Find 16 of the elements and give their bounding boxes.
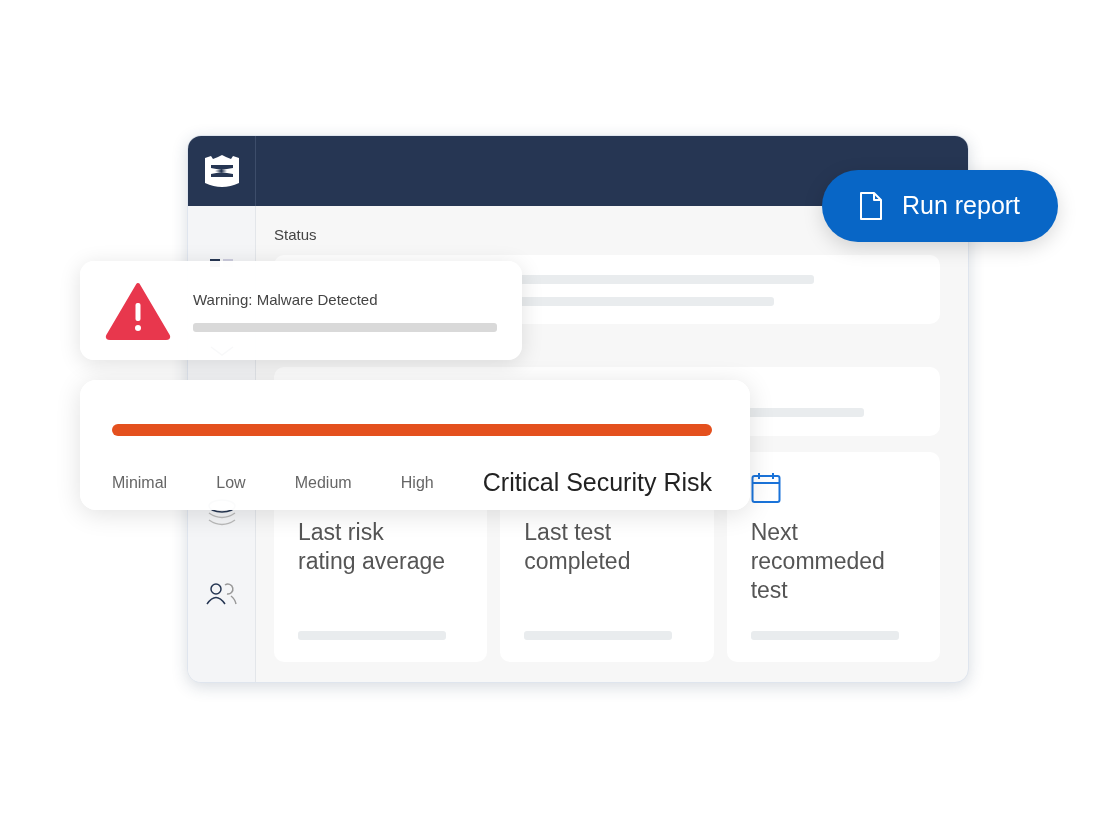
users-icon[interactable] [204,582,239,606]
warning-icon [105,281,171,340]
section-title: Status [274,225,318,245]
risk-level-label: Minimal [112,472,168,493]
risk-level-label: Low [216,472,246,493]
run-report-button[interactable]: Run report [822,170,1058,242]
stat-title: Next recommeded test [750,517,886,605]
risk-level-label: Critical Security Risk [482,467,712,498]
logo-icon [202,154,241,188]
alert-title: Warning: Malware Detected [193,290,379,311]
risk-level-label: Medium [294,472,352,493]
stat-title: Last test completed [524,517,632,576]
calendar-icon [750,471,781,504]
stat-title: Last risk rating average [298,517,447,576]
document-icon [859,192,882,220]
risk-level-label: High [400,472,434,493]
